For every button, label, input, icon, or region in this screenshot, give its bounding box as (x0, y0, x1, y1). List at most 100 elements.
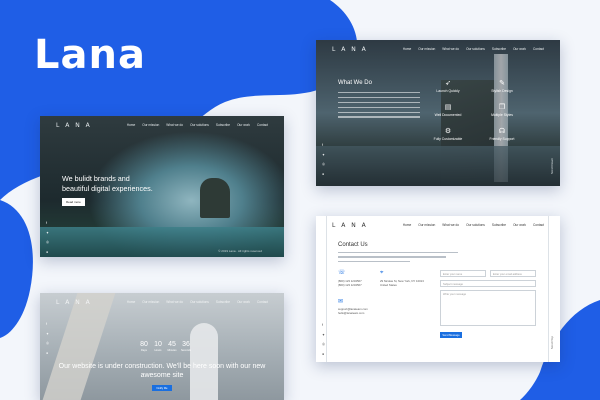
pinterest-icon[interactable]: ● (46, 250, 49, 255)
pinterest-icon[interactable]: ● (46, 351, 49, 356)
feature-design: ✎ Stylish Design (491, 80, 513, 93)
twitter-icon[interactable]: ✦ (322, 333, 325, 338)
facebook-icon[interactable]: f (46, 221, 49, 226)
nav-menu: Home Our mission What we do Our solution… (403, 223, 544, 227)
social-bar: f ✦ ◎ ● (46, 322, 49, 356)
nav-item-work[interactable]: Our work (513, 47, 526, 51)
gear-icon: ⚙ (444, 128, 452, 135)
scroll-top-link[interactable]: Scroll Top (550, 336, 554, 349)
nav-item-what-we-do[interactable]: What we do (166, 123, 183, 127)
email-icon: ✉ (338, 299, 344, 305)
divider-left (326, 216, 327, 362)
preview-hero: L A N A Home Our mission What we do Our … (40, 116, 284, 257)
section-paragraph (338, 92, 420, 118)
social-bar: f ✦ ◎ ● (46, 221, 49, 255)
twitter-icon[interactable]: ✦ (46, 332, 49, 337)
nav-menu: Home Our mission What we do Our solution… (127, 300, 268, 304)
nav-item-home[interactable]: Home (127, 300, 136, 304)
navbar: L A N A Home Our mission What we do Our … (316, 40, 560, 58)
nav-item-work[interactable]: Our work (513, 223, 526, 227)
hero-headline: We bulidt brands and beautiful digital e… (62, 174, 153, 193)
nav-menu: Home Our mission What we do Our solution… (127, 123, 268, 127)
nav-item-solutions[interactable]: Our solutions (190, 123, 209, 127)
nav-menu: Home Our mission What we do Our solution… (403, 47, 544, 51)
subject-input[interactable]: Subject message (440, 280, 536, 287)
location-icon: ⌖ (380, 270, 384, 276)
divider-right (548, 216, 549, 362)
nav-item-mission[interactable]: Our mission (142, 123, 159, 127)
nav-item-home[interactable]: Home (127, 123, 136, 127)
nav-logo[interactable]: L A N A (332, 46, 368, 53)
nav-item-subscribe[interactable]: Subscribe (492, 223, 506, 227)
address-text: 29 Nicolas St, New York, NY 10013 United… (380, 279, 424, 287)
nav-item-solutions[interactable]: Our solutions (190, 300, 209, 304)
nav-item-contact[interactable]: Contact (257, 123, 268, 127)
phone-icon: ☏ (338, 270, 346, 276)
nav-item-contact[interactable]: Contact (533, 223, 544, 227)
section-title: What We Do (338, 80, 372, 86)
headset-icon: ☊ (498, 128, 506, 135)
instagram-icon[interactable]: ◎ (46, 240, 49, 245)
nav-item-subscribe[interactable]: Subscribe (216, 123, 230, 127)
notify-me-button[interactable]: Notify Me (152, 385, 172, 391)
facebook-icon[interactable]: f (322, 143, 325, 148)
nav-item-home[interactable]: Home (403, 223, 412, 227)
nav-item-mission[interactable]: Our mission (418, 223, 435, 227)
nav-item-subscribe[interactable]: Subscribe (216, 300, 230, 304)
stylish-icon: ✎ (499, 80, 505, 87)
rocket-icon: ➶ (445, 80, 451, 87)
nav-item-home[interactable]: Home (403, 47, 412, 51)
nav-item-what-we-do[interactable]: What we do (442, 223, 459, 227)
copyright-text: © 2019 Lana · All rights reserved (218, 249, 262, 253)
chat-icon: ❐ (498, 104, 506, 111)
nav-item-mission[interactable]: Our mission (418, 47, 435, 51)
feature-custom: ⚙ Fully Customizable (433, 128, 463, 141)
social-bar: f ✦ ◎ ● (322, 143, 325, 177)
navbar: L A N A Home Our mission What we do Our … (40, 116, 284, 134)
nav-logo[interactable]: L A N A (332, 222, 368, 229)
nav-item-solutions[interactable]: Our solutions (466, 47, 485, 51)
nav-item-work[interactable]: Our work (237, 123, 250, 127)
pinterest-icon[interactable]: ● (322, 172, 325, 177)
nav-item-what-we-do[interactable]: What we do (166, 300, 183, 304)
instagram-icon[interactable]: ◎ (322, 342, 325, 347)
feature-docs: ▤ Well Documented (434, 104, 462, 117)
nav-item-subscribe[interactable]: Subscribe (492, 47, 506, 51)
preview-contact: L A N A Home Our mission What we do Our … (316, 216, 560, 362)
send-message-button[interactable]: Send Message (440, 332, 462, 338)
countdown-seconds: 36 Seconds (180, 341, 192, 352)
nav-item-mission[interactable]: Our mission (142, 300, 159, 304)
facebook-icon[interactable]: f (46, 322, 49, 327)
book-icon: ▤ (444, 104, 452, 111)
nav-item-solutions[interactable]: Our solutions (466, 223, 485, 227)
section-paragraph (338, 252, 458, 262)
rock-image (200, 178, 230, 218)
nav-logo[interactable]: L A N A (56, 299, 92, 306)
scroll-down-link[interactable]: Scroll Down (550, 158, 554, 174)
nav-item-work[interactable]: Our work (237, 300, 250, 304)
message-textarea[interactable]: Write your message (440, 290, 536, 326)
email-input[interactable]: Enter your email address (490, 270, 536, 277)
feature-styles: ❐ Multiple Styles (491, 104, 513, 117)
nav-item-what-we-do[interactable]: What we do (442, 47, 459, 51)
facebook-icon[interactable]: f (322, 323, 325, 328)
pinterest-icon[interactable]: ● (322, 352, 325, 357)
brand-title: Lana (34, 32, 146, 78)
twitter-icon[interactable]: ✦ (322, 153, 325, 158)
nav-item-contact[interactable]: Contact (257, 300, 268, 304)
feature-support: ☊ Friendly Support (489, 128, 515, 141)
nav-logo[interactable]: L A N A (56, 122, 92, 129)
phone-text: (800) 123 1234567 (800) 123 1234567 (338, 279, 362, 287)
navbar: L A N A Home Our mission What we do Our … (316, 216, 560, 234)
preview-construction: L A N A Home Our mission What we do Our … (40, 293, 284, 400)
instagram-icon[interactable]: ◎ (322, 162, 325, 167)
twitter-icon[interactable]: ✦ (46, 231, 49, 236)
nav-item-contact[interactable]: Contact (533, 47, 544, 51)
instagram-icon[interactable]: ◎ (46, 341, 49, 346)
section-title: Contact Us (338, 242, 368, 248)
navbar: L A N A Home Our mission What we do Our … (40, 293, 284, 311)
name-input[interactable]: Enter your name (440, 270, 486, 277)
read-more-button[interactable]: Read more (62, 198, 85, 206)
email-text: support@lanateam.com hello@lanateam.com (338, 307, 368, 315)
social-bar: f ✦ ◎ ● (322, 323, 325, 357)
